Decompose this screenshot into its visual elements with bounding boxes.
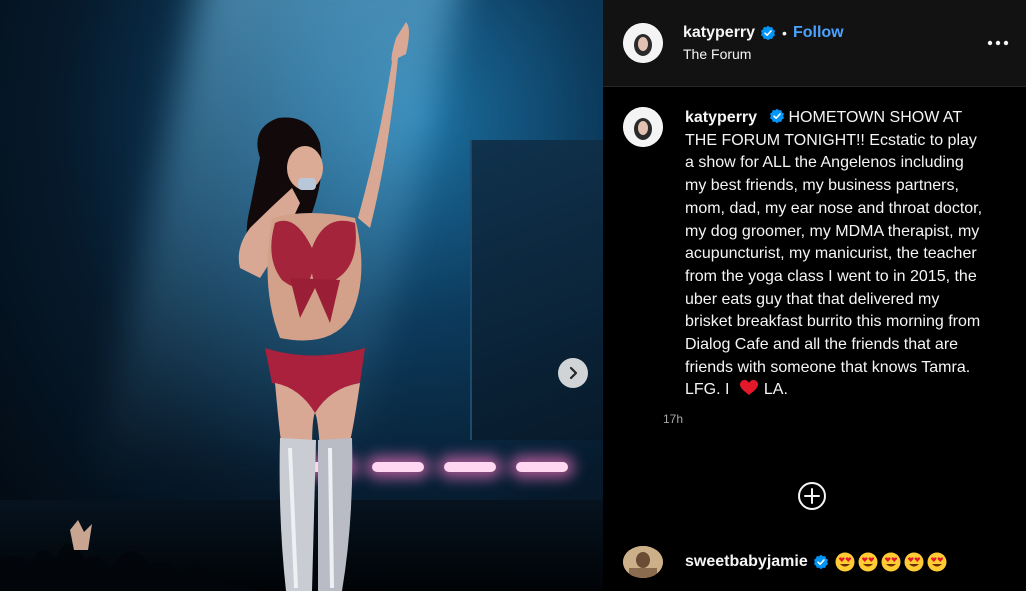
caption-username[interactable]: katyperry xyxy=(685,109,757,126)
comment-avatar[interactable] xyxy=(623,546,663,578)
caption-end: LA. xyxy=(763,381,788,399)
comment-body: sweetbabyjamie xyxy=(685,552,947,572)
avatar[interactable] xyxy=(623,23,663,63)
profile-photo-icon xyxy=(623,23,663,63)
red-heart-icon xyxy=(739,380,758,396)
add-comment-icon xyxy=(798,482,826,510)
chevron-right-icon xyxy=(569,366,578,380)
post-side-panel: katyperry • Follow The Forum katyperry H… xyxy=(603,0,1026,591)
more-options-icon xyxy=(987,40,1009,46)
profile-photo-icon xyxy=(623,107,663,147)
post-timestamp[interactable]: 17h xyxy=(663,412,985,426)
post-media xyxy=(0,0,603,591)
verified-badge-icon xyxy=(769,108,784,124)
next-slide-button[interactable] xyxy=(558,358,588,388)
heart-eyes-icon xyxy=(858,552,878,572)
heart-eyes-icon xyxy=(835,552,855,572)
post-caption: katyperry HOMETOWN SHOW AT THE FORUM TON… xyxy=(685,107,985,402)
heart-eyes-icon xyxy=(927,552,947,572)
author-username[interactable]: katyperry xyxy=(683,24,755,42)
caption-area: katyperry HOMETOWN SHOW AT THE FORUM TON… xyxy=(603,87,1026,426)
comment-username[interactable]: sweetbabyjamie xyxy=(685,553,808,571)
caption-avatar[interactable] xyxy=(623,107,663,147)
follow-button[interactable]: Follow xyxy=(793,24,844,42)
verified-badge-icon xyxy=(761,25,776,41)
location-link[interactable]: The Forum xyxy=(683,46,986,62)
more-options-button[interactable] xyxy=(986,31,1010,55)
verified-badge-icon xyxy=(813,554,828,570)
post-header: katyperry • Follow The Forum xyxy=(603,0,1026,87)
header-text: katyperry • Follow The Forum xyxy=(683,24,986,62)
comment-item: sweetbabyjamie xyxy=(623,546,947,578)
separator-dot: • xyxy=(782,25,787,41)
profile-photo-icon xyxy=(623,546,663,578)
stage-screen xyxy=(470,140,603,440)
heart-eyes-icon xyxy=(904,552,924,572)
caption-text: HOMETOWN SHOW AT THE FORUM TONIGHT!! Ecs… xyxy=(685,109,983,399)
load-more-comments-button[interactable] xyxy=(796,480,828,512)
comment-emojis xyxy=(835,552,947,572)
heart-eyes-icon xyxy=(881,552,901,572)
performer-figure xyxy=(238,22,409,591)
